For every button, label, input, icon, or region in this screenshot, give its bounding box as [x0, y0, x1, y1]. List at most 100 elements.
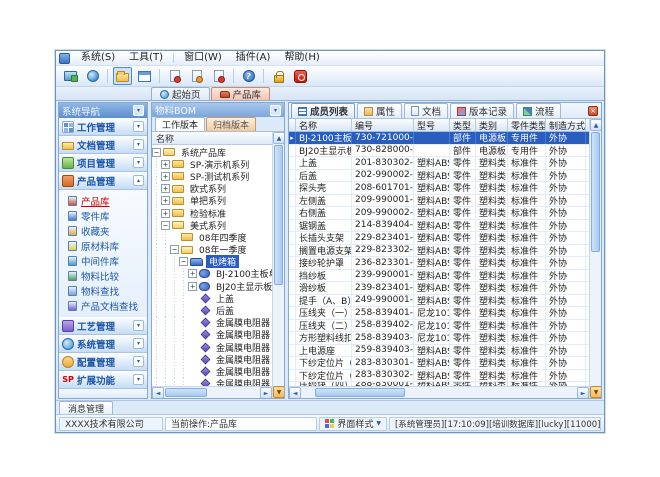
column-header-1[interactable]: 编号: [352, 119, 414, 131]
tree-expander-minus-icon[interactable]: −: [170, 245, 179, 254]
nav-section-system[interactable]: 系统管理▾: [59, 335, 147, 353]
tree-column-header[interactable]: 名称: [152, 132, 272, 145]
nav-section-project[interactable]: 项目管理▾: [59, 154, 147, 172]
table-row[interactable]: 方形塑料线扣258-839403-00X尼龙1010零件塑料类标准件外协条: [289, 332, 589, 345]
nav-section-work[interactable]: 工作管理▾: [59, 118, 147, 136]
tab-member-list[interactable]: 成员列表: [291, 103, 355, 118]
nav-section-sp-extend[interactable]: SP扩展功能▾: [59, 371, 147, 389]
tree-expander-plus-icon[interactable]: +: [161, 160, 170, 169]
nav-collapse-button[interactable]: ▾: [133, 105, 144, 116]
table-row[interactable]: 后盖202-990002-01X塑料ABS零件塑料类标准件外协条: [289, 170, 589, 183]
scroll-down-icon[interactable]: ▼: [273, 386, 284, 398]
tree-item[interactable]: 金属膜电阻器: [152, 341, 272, 353]
tab-version-history[interactable]: 版本记录: [450, 103, 514, 118]
table-row[interactable]: 上电源座259-839403-00X塑料ABS零件塑料类标准件外协条: [289, 345, 589, 358]
table-row[interactable]: 锯钢盖214-839404-01X塑料ABS零件塑料类标准件外协条: [289, 220, 589, 233]
bom-menu-button[interactable]: ▾: [270, 105, 281, 116]
tree-vscrollbar[interactable]: ▲ ▼: [272, 132, 284, 398]
message-tab[interactable]: 消息管理: [59, 401, 113, 414]
toolbar-lock-button[interactable]: [269, 67, 288, 85]
toolbar-window-grid-button[interactable]: [135, 67, 154, 85]
tree-expander-minus-icon[interactable]: −: [152, 148, 161, 157]
toolbar-folder-open-button[interactable]: [113, 67, 132, 85]
tree-expander-minus-icon[interactable]: −: [179, 257, 188, 266]
tree-item[interactable]: −美式系列: [152, 219, 272, 231]
chevron-down-icon[interactable]: ▾: [133, 121, 144, 132]
scroll-right-icon[interactable]: ►: [577, 387, 589, 398]
tree-item[interactable]: 金属膜电阻器: [152, 329, 272, 341]
toolbar-computer-button[interactable]: [61, 67, 80, 85]
table-row[interactable]: 上盖201-830302-00X塑料ABS零件塑料类标准件外协条: [289, 157, 589, 170]
tab-workflow[interactable]: 流程: [516, 103, 561, 118]
tab-documents[interactable]: 文档: [404, 103, 448, 118]
chevron-down-icon[interactable]: ▾: [133, 356, 144, 367]
tree-item[interactable]: −系统产品库: [152, 146, 272, 158]
tree-item[interactable]: 金属膜电阻器: [152, 378, 272, 386]
tree-expander-plus-icon[interactable]: +: [161, 184, 170, 193]
sidebar-item-product-doc-search[interactable]: 产品文档查找: [59, 298, 147, 313]
toolbar-doc-delete-button[interactable]: [209, 67, 228, 85]
table-row[interactable]: 下纱定位片（右）283-830302-00X塑料ABS零件塑料类标准件外协条: [289, 370, 589, 383]
doc-tab-product-library[interactable]: 产品库: [211, 87, 271, 100]
tree-item[interactable]: 上盖: [152, 292, 272, 304]
table-row[interactable]: 下纱定位片（左）283-830301-00X塑料ABS零件塑料类标准件外协条: [289, 357, 589, 370]
toolbar-help-button[interactable]: ?: [239, 67, 258, 85]
tree-item[interactable]: 后盖: [152, 304, 272, 316]
sidebar-item-parts-lib[interactable]: 零件库: [59, 208, 147, 223]
bom-tab-working-version[interactable]: 工作版本: [155, 117, 205, 131]
sidebar-item-material-compare[interactable]: 物料比较: [59, 268, 147, 283]
column-header-2[interactable]: 型号: [414, 119, 450, 131]
tree-expander-minus-icon[interactable]: −: [161, 221, 170, 230]
menu-item-system[interactable]: 系统(S): [74, 51, 122, 65]
sidebar-item-product-lib[interactable]: 产品库: [59, 193, 147, 208]
tree-item[interactable]: +BJ20主显示板: [152, 280, 272, 292]
table-hscroll-thumb[interactable]: [315, 388, 405, 397]
tree-expander-plus-icon[interactable]: +: [161, 196, 170, 205]
chevron-down-icon[interactable]: ▾: [133, 139, 144, 150]
scroll-down-icon[interactable]: ▼: [590, 386, 601, 398]
tree-expander-plus-icon[interactable]: +: [188, 282, 197, 291]
nav-section-document[interactable]: 文档管理▾: [59, 136, 147, 154]
table-row[interactable]: ▸BJ-2100主板单点730-721000-12X部件电源板专用件外协颗: [289, 132, 589, 145]
tree-hscroll-thumb[interactable]: [165, 388, 207, 397]
table-row[interactable]: 压线夹（二）258-839402-00X尼龙1010零件塑料类标准件外协条: [289, 320, 589, 333]
tree-item[interactable]: 金属膜电阻器: [152, 317, 272, 329]
table-row[interactable]: 探头壳208-601701-01X塑料ABS零件塑料类标准件外协条: [289, 182, 589, 195]
column-header-5[interactable]: 零件类型: [508, 119, 546, 131]
chevron-down-icon[interactable]: ▾: [133, 320, 144, 331]
tree-item[interactable]: +单把系列: [152, 195, 272, 207]
table-row[interactable]: 长插头支架229-823401-00X塑料ABS零件塑料类标准件外协条: [289, 232, 589, 245]
sidebar-item-material-search[interactable]: 物料查找: [59, 283, 147, 298]
scroll-up-icon[interactable]: ▲: [590, 119, 601, 131]
tree-item[interactable]: 金属膜电阻器: [152, 353, 272, 365]
table-row[interactable]: BJ20主显示板730-828000-04X部件电源板专用件外协颗: [289, 145, 589, 158]
menu-item-plugins[interactable]: 插件(A): [229, 51, 278, 65]
table-row[interactable]: 左侧盖209-990001-01X塑料ABS零件塑料类标准件外协条: [289, 195, 589, 208]
table-row[interactable]: 接纱轮护罩236-823301-00X塑料ABS零件塑料类标准件外协条: [289, 257, 589, 270]
column-header-4[interactable]: 类别: [476, 119, 508, 131]
table-row[interactable]: 压线夹（一）258-839401-00X尼龙1010零件塑料类标准件外协条: [289, 307, 589, 320]
bom-tab-archived-version[interactable]: 归档版本: [206, 117, 256, 131]
doc-tab-home[interactable]: 起始页: [151, 87, 210, 100]
column-header-0[interactable]: 名称: [296, 119, 352, 131]
table-vscrollbar[interactable]: ▲ ▼: [589, 119, 601, 398]
ui-style-selector[interactable]: 界面样式 ▼: [319, 417, 387, 431]
menu-item-tools[interactable]: 工具(T): [122, 51, 170, 65]
tree-hscrollbar[interactable]: ◄ ►: [152, 386, 272, 398]
tree-item[interactable]: +欧式系列: [152, 183, 272, 195]
menu-item-help[interactable]: 帮助(H): [277, 51, 326, 65]
panel-close-button[interactable]: ×: [588, 106, 598, 116]
chevron-down-icon[interactable]: ▾: [133, 157, 144, 168]
chevron-down-icon[interactable]: ▾: [133, 338, 144, 349]
nav-section-craft[interactable]: 工艺管理▾: [59, 317, 147, 335]
table-row[interactable]: 滑纱板239-823401-00X塑料ABS零件塑料类标准件外协条: [289, 282, 589, 295]
tree-item[interactable]: +SP-测试机系列: [152, 170, 272, 182]
table-row[interactable]: 提手（A、B）249-990001-01X塑料ABS零件塑料类标准件外协条: [289, 295, 589, 308]
sidebar-item-favorites[interactable]: 收藏夹: [59, 223, 147, 238]
tree-expander-plus-icon[interactable]: +: [161, 172, 170, 181]
scroll-up-icon[interactable]: ▲: [273, 132, 284, 144]
sidebar-item-intermediate-lib[interactable]: 中间件库: [59, 253, 147, 268]
table-vscroll-thumb[interactable]: [591, 132, 600, 252]
tab-attributes[interactable]: 属性: [357, 103, 402, 118]
toolbar-doc-new-button[interactable]: [165, 67, 184, 85]
